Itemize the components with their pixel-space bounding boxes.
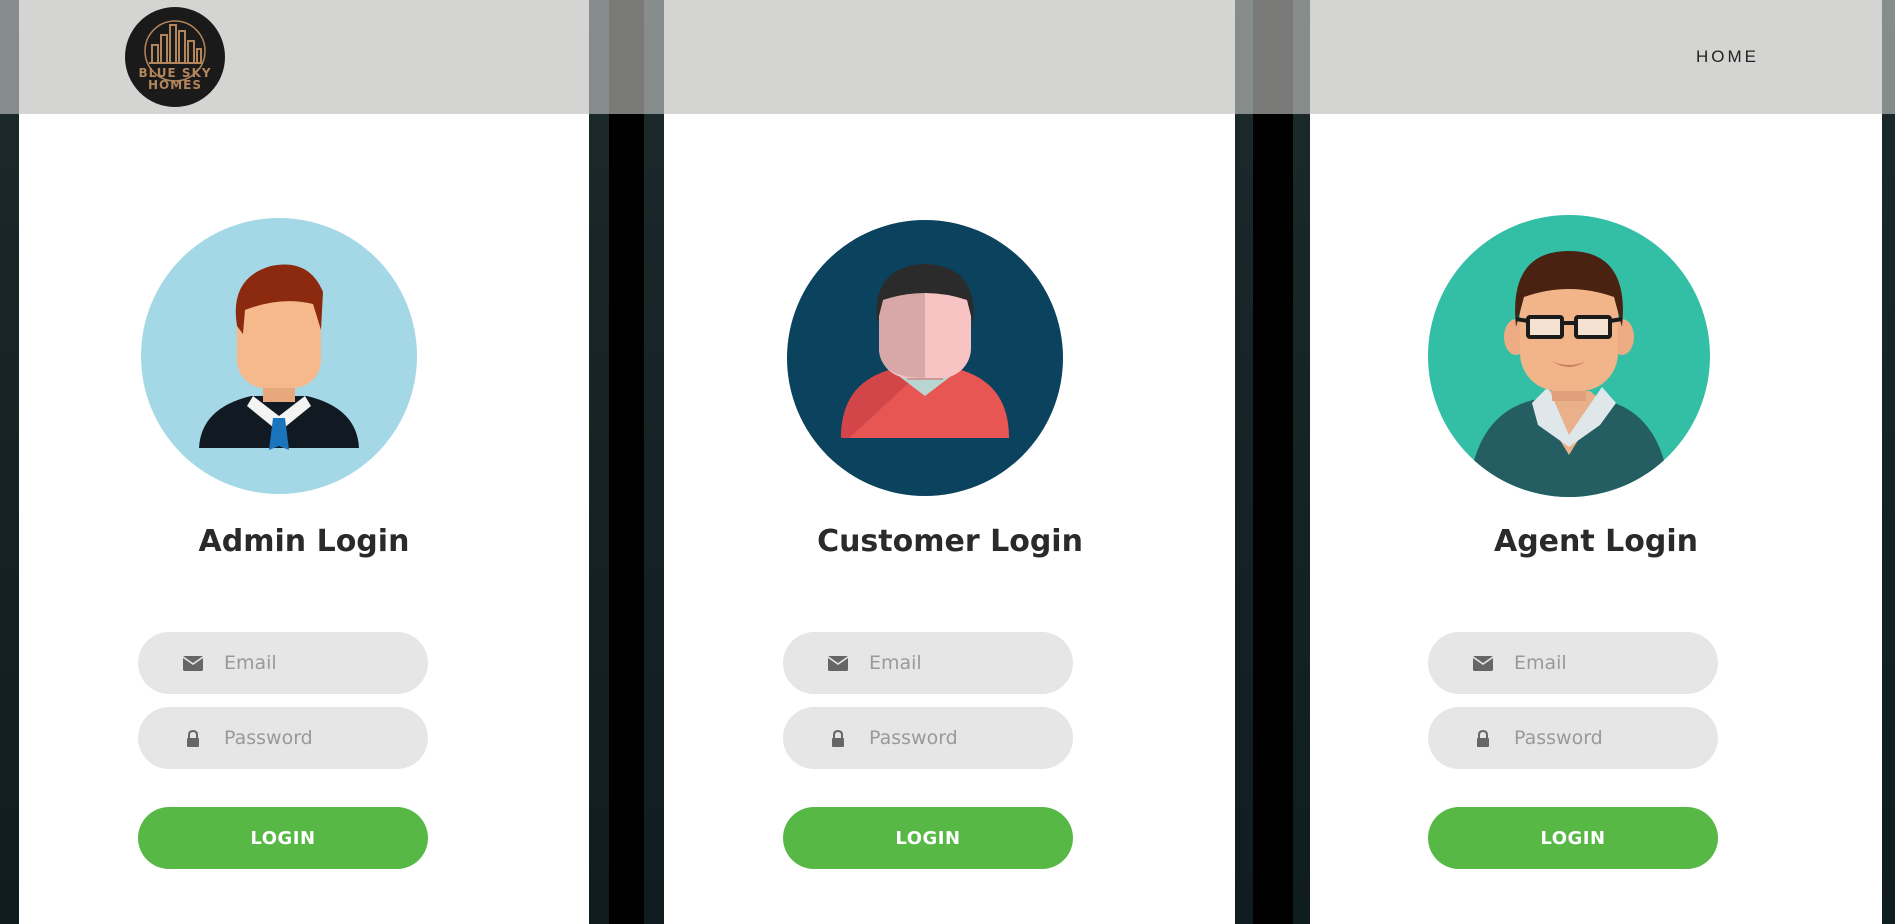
admin-password-input[interactable] bbox=[222, 726, 426, 750]
customer-login-panel: Customer Login LOGIN bbox=[664, 0, 1235, 924]
brand-logo[interactable]: BLUE SKY HOMES bbox=[125, 7, 225, 107]
customer-email-input[interactable] bbox=[867, 651, 1071, 675]
background-strip bbox=[0, 0, 19, 924]
agent-avatar-icon bbox=[1468, 251, 1670, 497]
background-strip bbox=[589, 0, 609, 924]
customer-password-input[interactable] bbox=[867, 726, 1071, 750]
admin-avatar-icon bbox=[199, 264, 359, 450]
background-strip bbox=[1253, 0, 1293, 924]
admin-password-field[interactable] bbox=[138, 707, 428, 769]
nav-home-link[interactable]: HOME bbox=[1696, 47, 1759, 67]
envelope-icon bbox=[178, 655, 208, 671]
customer-login-title: Customer Login bbox=[817, 524, 1083, 559]
envelope-icon bbox=[823, 655, 853, 671]
agent-avatar bbox=[1428, 215, 1710, 497]
admin-email-input[interactable] bbox=[222, 651, 426, 675]
agent-login-button[interactable]: LOGIN bbox=[1428, 807, 1718, 869]
navbar-panel-bg bbox=[664, 0, 1235, 114]
envelope-icon bbox=[1468, 655, 1498, 671]
skyline-icon bbox=[144, 20, 206, 82]
logo-text-line2: HOMES bbox=[147, 78, 203, 92]
agent-password-input[interactable] bbox=[1512, 726, 1716, 750]
background-strip bbox=[1235, 0, 1253, 924]
admin-login-title: Admin Login bbox=[198, 524, 410, 559]
background-strip bbox=[1293, 0, 1310, 924]
customer-email-field[interactable] bbox=[783, 632, 1073, 694]
agent-email-field[interactable] bbox=[1428, 632, 1718, 694]
navbar-panel-bg bbox=[19, 0, 589, 114]
lock-icon bbox=[178, 729, 208, 747]
customer-avatar-icon bbox=[841, 264, 1009, 438]
background-strip bbox=[609, 0, 644, 924]
agent-login-panel: Agent Login LOGIN bbox=[1310, 0, 1882, 924]
customer-login-button[interactable]: LOGIN bbox=[783, 807, 1073, 869]
admin-login-panel: Admin Login LOGIN bbox=[19, 0, 589, 924]
admin-email-field[interactable] bbox=[138, 632, 428, 694]
admin-login-button[interactable]: LOGIN bbox=[138, 807, 428, 869]
background-strip bbox=[1882, 0, 1895, 924]
lock-icon bbox=[823, 729, 853, 747]
admin-avatar bbox=[141, 218, 417, 494]
customer-password-field[interactable] bbox=[783, 707, 1073, 769]
agent-login-title: Agent Login bbox=[1493, 524, 1699, 559]
customer-avatar bbox=[787, 220, 1063, 496]
lock-icon bbox=[1468, 729, 1498, 747]
agent-email-input[interactable] bbox=[1512, 651, 1716, 675]
navbar-panel-bg bbox=[1310, 0, 1882, 114]
agent-password-field[interactable] bbox=[1428, 707, 1718, 769]
background-strip bbox=[644, 0, 664, 924]
